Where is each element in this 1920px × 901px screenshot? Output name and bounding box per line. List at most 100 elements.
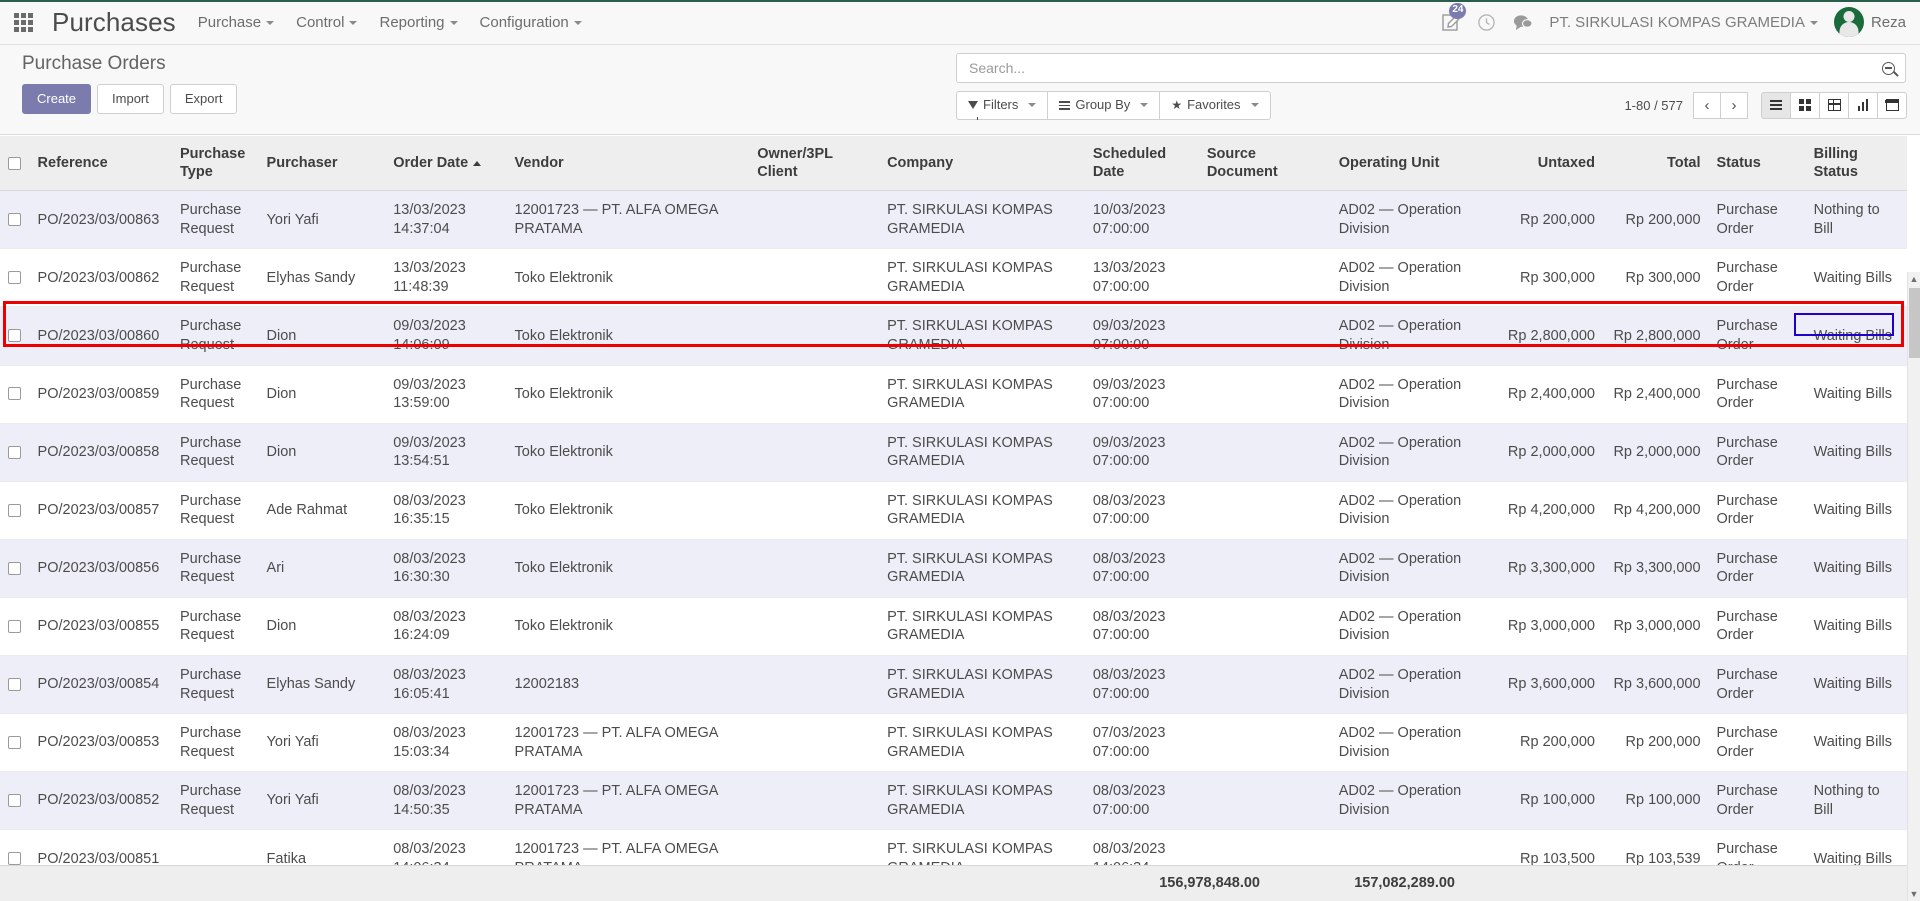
cell-company[interactable]: PT. SIRKULASI KOMPAS GRAMEDIA bbox=[879, 248, 1085, 308]
cell-source-document[interactable] bbox=[1198, 365, 1331, 424]
cell-vendor[interactable]: Toko Elektronik bbox=[506, 365, 750, 424]
cell-operating-unit[interactable]: AD02 — Operation Division bbox=[1330, 539, 1477, 598]
cell-untaxed[interactable]: Rp 3,600,000 bbox=[1476, 655, 1603, 715]
cell-billing-status[interactable]: Waiting Bills bbox=[1805, 365, 1907, 424]
cell-reference[interactable]: PO/2023/03/00860 bbox=[29, 306, 173, 366]
cell-vendor[interactable]: 12001723 — PT. ALFA OMEGA PRATAMA bbox=[506, 771, 750, 831]
cell-untaxed[interactable]: Rp 100,000 bbox=[1476, 771, 1603, 831]
cell-untaxed[interactable]: Rp 2,000,000 bbox=[1476, 423, 1603, 482]
cell-source-document[interactable] bbox=[1198, 423, 1331, 482]
kanban-view-button[interactable] bbox=[1790, 91, 1820, 119]
cell-owner-3pl-client[interactable] bbox=[749, 365, 880, 424]
cell-scheduled-date[interactable]: 07/03/2023 07:00:00 bbox=[1084, 713, 1199, 773]
table-row[interactable]: PO/2023/03/00855 Purchase Request Dion 08/0… bbox=[0, 597, 1907, 657]
cell-purchaser[interactable]: Yori Yafi bbox=[258, 713, 386, 773]
cell-company[interactable]: PT. SIRKULASI KOMPAS GRAMEDIA bbox=[879, 190, 1085, 250]
cell-reference[interactable]: PO/2023/03/00862 bbox=[29, 248, 173, 308]
apps-grid-icon[interactable] bbox=[10, 9, 36, 35]
cell-billing-status[interactable]: Waiting Bills bbox=[1805, 597, 1907, 657]
cell-purchaser[interactable]: Dion bbox=[258, 365, 386, 424]
row-checkbox[interactable] bbox=[8, 619, 21, 633]
cell-billing-status[interactable]: Waiting Bills bbox=[1805, 248, 1907, 308]
cell-vendor[interactable]: Toko Elektronik bbox=[506, 597, 750, 657]
cell-purchaser[interactable]: Elyhas Sandy bbox=[258, 248, 386, 308]
search-icon[interactable] bbox=[1882, 61, 1895, 75]
cell-order-date[interactable]: 08/03/2023 16:35:15 bbox=[385, 481, 507, 540]
column-header-untaxed[interactable]: Untaxed bbox=[1476, 136, 1603, 192]
cell-scheduled-date[interactable]: 09/03/2023 07:00:00 bbox=[1084, 423, 1199, 482]
row-select-cell[interactable] bbox=[0, 423, 30, 482]
cell-vendor[interactable]: Toko Elektronik bbox=[506, 539, 750, 598]
search-bar[interactable] bbox=[956, 53, 1906, 83]
column-header-status[interactable]: Status bbox=[1708, 136, 1806, 192]
cell-company[interactable]: PT. SIRKULASI KOMPAS GRAMEDIA bbox=[879, 306, 1085, 366]
column-header-owner-3pl-client[interactable]: Owner/3PL Client bbox=[749, 136, 880, 192]
cell-total[interactable]: Rp 300,000 bbox=[1602, 248, 1709, 308]
cell-status[interactable]: Purchase Order bbox=[1708, 248, 1806, 308]
cell-owner-3pl-client[interactable] bbox=[749, 306, 880, 366]
column-header-billing-status[interactable]: Billing Status bbox=[1805, 136, 1907, 192]
cell-total[interactable]: Rp 100,000 bbox=[1602, 771, 1709, 831]
user-menu[interactable]: Reza bbox=[1833, 7, 1906, 37]
cell-operating-unit[interactable]: AD02 — Operation Division bbox=[1330, 423, 1477, 482]
column-header-operating-unit[interactable]: Operating Unit bbox=[1330, 136, 1477, 192]
cell-purchase-type[interactable]: Purchase Request bbox=[172, 248, 259, 308]
cell-vendor[interactable]: 12002183 bbox=[506, 655, 750, 715]
company-switcher[interactable]: PT. SIRKULASI KOMPAS GRAMEDIA bbox=[1549, 14, 1818, 31]
column-header-vendor[interactable]: Vendor bbox=[506, 136, 750, 192]
cell-company[interactable]: PT. SIRKULASI KOMPAS GRAMEDIA bbox=[879, 713, 1085, 773]
cell-purchaser[interactable]: Dion bbox=[258, 597, 386, 657]
cell-source-document[interactable] bbox=[1198, 248, 1331, 308]
cell-reference[interactable]: PO/2023/03/00853 bbox=[29, 713, 173, 773]
column-header-source-document[interactable]: Source Document bbox=[1198, 136, 1331, 192]
cell-source-document[interactable] bbox=[1198, 771, 1331, 831]
cell-reference[interactable]: PO/2023/03/00852 bbox=[29, 771, 173, 831]
cell-source-document[interactable] bbox=[1198, 713, 1331, 773]
table-row[interactable]: PO/2023/03/00857 Purchase Request Ade Rahm… bbox=[0, 481, 1907, 540]
cell-owner-3pl-client[interactable] bbox=[749, 713, 880, 773]
cell-purchase-type[interactable]: Purchase Request bbox=[172, 423, 259, 482]
cell-reference[interactable]: PO/2023/03/00856 bbox=[29, 539, 173, 598]
pager-next-button[interactable]: › bbox=[1720, 91, 1748, 119]
scroll-up-arrow[interactable]: ▲ bbox=[1908, 272, 1920, 286]
cell-billing-status[interactable]: Nothing to Bill bbox=[1805, 771, 1907, 831]
cell-scheduled-date[interactable]: 08/03/2023 07:00:00 bbox=[1084, 481, 1199, 540]
cell-scheduled-date[interactable]: 08/03/2023 07:00:00 bbox=[1084, 539, 1199, 598]
menu-configuration[interactable]: Configuration bbox=[480, 14, 582, 31]
cell-status[interactable]: Purchase Order bbox=[1708, 713, 1806, 773]
cell-company[interactable]: PT. SIRKULASI KOMPAS GRAMEDIA bbox=[879, 655, 1085, 715]
cell-purchaser[interactable]: Elyhas Sandy bbox=[258, 655, 386, 715]
search-input[interactable] bbox=[967, 59, 1882, 77]
row-select-cell[interactable] bbox=[0, 481, 30, 540]
cell-order-date[interactable]: 09/03/2023 13:54:51 bbox=[385, 423, 507, 482]
table-row[interactable]: PO/2023/03/00860 Purchase Request Dion 09/0… bbox=[0, 306, 1907, 366]
list-view-button[interactable] bbox=[1761, 91, 1791, 119]
cell-purchaser[interactable]: Ari bbox=[258, 539, 386, 598]
cell-status[interactable]: Purchase Order bbox=[1708, 655, 1806, 715]
row-checkbox[interactable] bbox=[8, 387, 21, 401]
cell-purchase-type[interactable]: Purchase Request bbox=[172, 713, 259, 773]
cell-reference[interactable]: PO/2023/03/00863 bbox=[29, 190, 173, 250]
menu-reporting[interactable]: Reporting bbox=[379, 14, 458, 31]
row-checkbox[interactable] bbox=[8, 329, 21, 343]
row-select-cell[interactable] bbox=[0, 190, 30, 250]
cell-source-document[interactable] bbox=[1198, 597, 1331, 657]
cell-order-date[interactable]: 08/03/2023 16:30:30 bbox=[385, 539, 507, 598]
cell-status[interactable]: Purchase Order bbox=[1708, 539, 1806, 598]
row-checkbox[interactable] bbox=[8, 271, 21, 285]
cell-operating-unit[interactable]: AD02 — Operation Division bbox=[1330, 771, 1477, 831]
cell-untaxed[interactable]: Rp 2,400,000 bbox=[1476, 365, 1603, 424]
row-select-cell[interactable] bbox=[0, 771, 30, 831]
cell-total[interactable]: Rp 4,200,000 bbox=[1602, 481, 1709, 540]
cell-status[interactable]: Purchase Order bbox=[1708, 597, 1806, 657]
group-by-button[interactable]: Group By bbox=[1047, 91, 1161, 120]
cell-purchase-type[interactable]: Purchase Request bbox=[172, 481, 259, 540]
cell-scheduled-date[interactable]: 13/03/2023 07:00:00 bbox=[1084, 248, 1199, 308]
table-row[interactable]: PO/2023/03/00856 Purchase Request Ari 08/03… bbox=[0, 539, 1907, 598]
cell-company[interactable]: PT. SIRKULASI KOMPAS GRAMEDIA bbox=[879, 771, 1085, 831]
cell-source-document[interactable] bbox=[1198, 190, 1331, 250]
cell-scheduled-date[interactable]: 09/03/2023 07:00:00 bbox=[1084, 306, 1199, 366]
cell-owner-3pl-client[interactable] bbox=[749, 190, 880, 250]
cell-billing-status[interactable]: Waiting Bills bbox=[1805, 655, 1907, 715]
cell-untaxed[interactable]: Rp 4,200,000 bbox=[1476, 481, 1603, 540]
